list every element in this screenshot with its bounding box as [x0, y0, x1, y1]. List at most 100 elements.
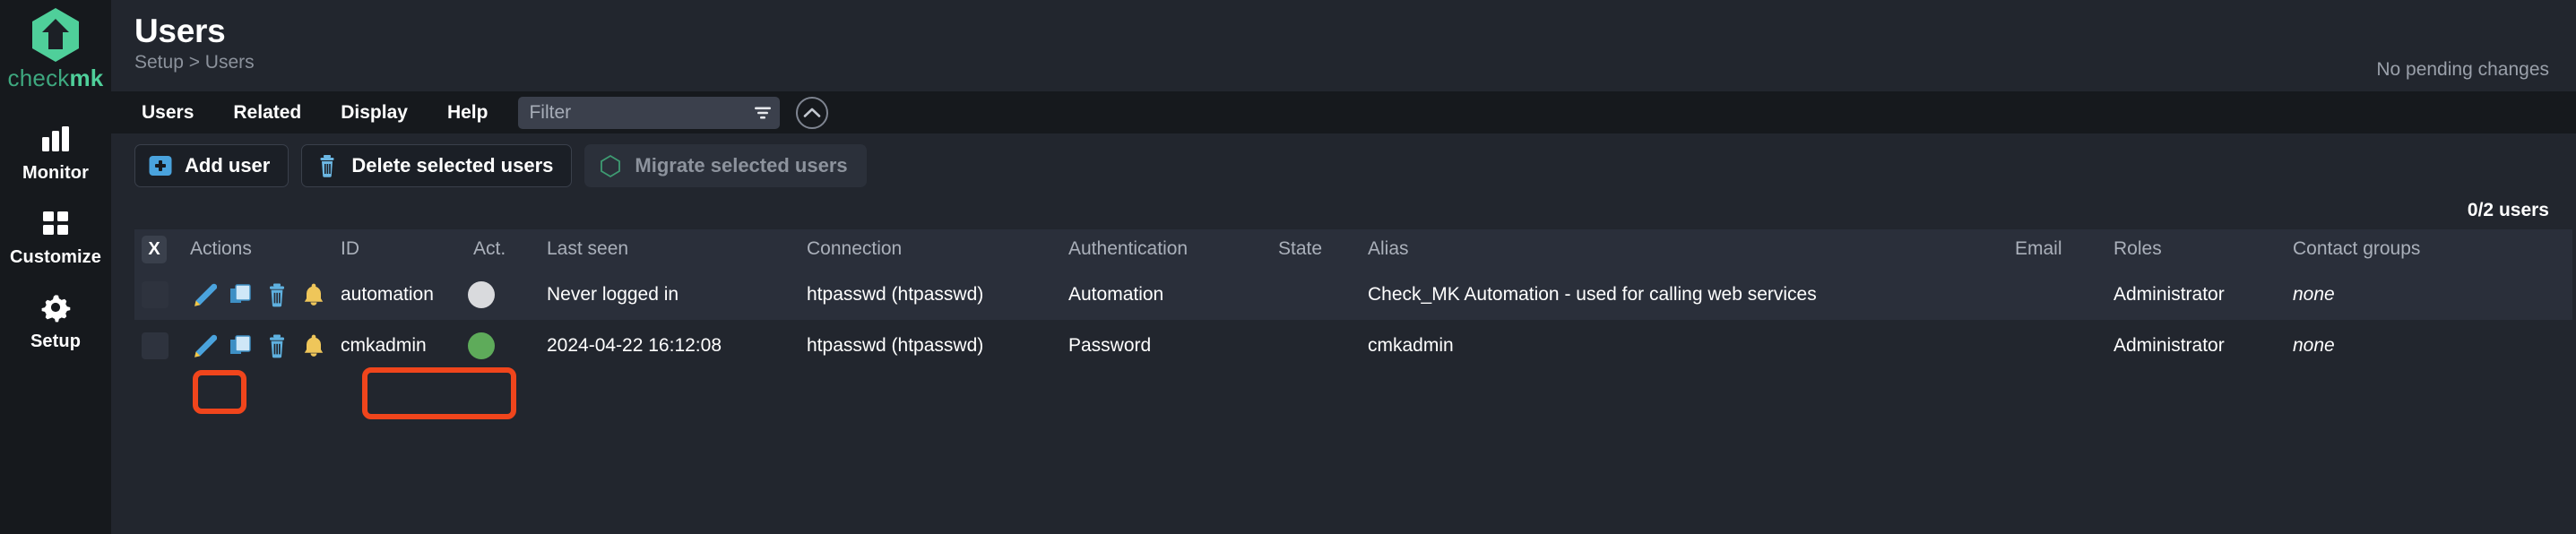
column-header-connection[interactable]: Connection	[798, 229, 1059, 269]
funnel-icon[interactable]	[755, 107, 772, 119]
row-act-cell	[464, 320, 538, 371]
row-roles-cell: Administrator	[2105, 269, 2284, 320]
row-roles-cell: Administrator	[2105, 320, 2284, 371]
users-table-body: automation Never logged in htpasswd (htp…	[134, 269, 2572, 371]
row-contact-groups-cell: none	[2284, 320, 2572, 371]
trash-icon[interactable]	[264, 332, 290, 359]
filter-box[interactable]	[518, 96, 781, 129]
row-select-cell	[134, 269, 181, 320]
pending-changes-status: No pending changes	[2376, 59, 2549, 80]
migrate-selected-users-button: Migrate selected users	[584, 144, 867, 187]
sidebar-item-label: Customize	[9, 247, 102, 267]
brand-name-part-a: check	[7, 65, 70, 91]
users-page: checkmk Monitor Customize Setup Users Se…	[0, 0, 2576, 534]
row-authentication-cell: Automation	[1059, 269, 1269, 320]
table-row: cmkadmin 2024-04-22 16:12:08 htpasswd (h…	[134, 320, 2572, 371]
sidebar-item-monitor[interactable]: Monitor	[0, 112, 111, 196]
row-id-cell[interactable]: cmkadmin	[332, 320, 464, 371]
row-email-cell	[2006, 269, 2105, 320]
column-header-authentication[interactable]: Authentication	[1059, 229, 1269, 269]
gear-icon	[41, 295, 71, 323]
clone-icon[interactable]	[227, 281, 254, 308]
users-table-wrapper: X Actions ID Act. Last seen Connection A…	[111, 229, 2576, 371]
bell-icon[interactable]	[300, 332, 327, 359]
row-alias-cell: Check_MK Automation - used for calling w…	[1359, 269, 2006, 320]
column-header-actions[interactable]: Actions	[181, 229, 332, 269]
column-header-act[interactable]: Act.	[464, 229, 538, 269]
brand-name: checkmk	[8, 65, 104, 92]
row-checkbox[interactable]	[142, 332, 169, 359]
row-authentication-cell: Password	[1059, 320, 1269, 371]
column-header-roles[interactable]: Roles	[2105, 229, 2284, 269]
users-table-head: X Actions ID Act. Last seen Connection A…	[134, 229, 2572, 269]
row-connection-cell: htpasswd (htpasswd)	[798, 320, 1059, 371]
menu-item-users[interactable]: Users	[122, 91, 213, 134]
sidebar-item-setup[interactable]: Setup	[0, 280, 111, 365]
column-header-alias[interactable]: Alias	[1359, 229, 2006, 269]
bell-icon[interactable]	[300, 281, 327, 308]
table-header-row: X Actions ID Act. Last seen Connection A…	[134, 229, 2572, 269]
select-all-header: X	[134, 229, 181, 269]
sidebar-item-label: Setup	[30, 332, 82, 351]
menu-item-display[interactable]: Display	[321, 91, 428, 134]
row-id-cell[interactable]: automation	[332, 269, 464, 320]
row-contact-groups-cell: none	[2284, 269, 2572, 320]
menu-bar: Users Related Display Help	[111, 91, 2576, 134]
column-header-last-seen[interactable]: Last seen	[538, 229, 798, 269]
sidebar-item-label: Monitor	[22, 163, 89, 183]
row-last-seen-cell: 2024-04-22 16:12:08	[538, 320, 798, 371]
users-table: X Actions ID Act. Last seen Connection A…	[134, 229, 2572, 371]
row-checkbox[interactable]	[142, 280, 169, 308]
row-actions-cell	[181, 269, 332, 320]
page-header: Users Setup > Users No pending changes	[111, 0, 2576, 91]
plus-square-icon	[149, 156, 172, 176]
activity-dot-inactive	[468, 280, 495, 308]
row-state-cell	[1269, 269, 1359, 320]
trash-icon	[320, 155, 334, 177]
counter-row: 0/2 users	[111, 198, 2576, 229]
collapse-toggle-button[interactable]	[796, 96, 829, 129]
migrate-selected-users-label: Migrate selected users	[635, 154, 848, 177]
title-block: Users Setup > Users	[134, 13, 255, 74]
page-title: Users	[134, 13, 226, 49]
sidebar: checkmk Monitor Customize Setup	[0, 0, 111, 534]
row-actions-cell	[181, 320, 332, 371]
row-alias-cell: cmkadmin	[1359, 320, 2006, 371]
bar-chart-icon	[42, 126, 69, 151]
delete-selected-users-button[interactable]: Delete selected users	[301, 144, 573, 187]
delete-selected-users-label: Delete selected users	[351, 154, 554, 177]
clone-icon[interactable]	[227, 332, 254, 359]
trash-icon[interactable]	[264, 281, 290, 308]
pencil-icon[interactable]	[190, 281, 217, 308]
breadcrumb: Setup > Users	[134, 52, 255, 73]
menu-item-related[interactable]: Related	[213, 91, 321, 134]
activity-dot-active	[468, 332, 495, 359]
table-row: automation Never logged in htpasswd (htp…	[134, 269, 2572, 320]
row-email-cell	[2006, 320, 2105, 371]
add-user-label: Add user	[185, 154, 271, 177]
sidebar-item-customize[interactable]: Customize	[0, 196, 111, 280]
select-all-button[interactable]: X	[142, 235, 167, 263]
filter-input[interactable]	[518, 96, 781, 129]
users-counter: 0/2 users	[2467, 200, 2549, 220]
pencil-icon[interactable]	[190, 332, 217, 359]
row-state-cell	[1269, 320, 1359, 371]
column-header-email[interactable]: Email	[2006, 229, 2105, 269]
column-header-contact-groups[interactable]: Contact groups	[2284, 229, 2572, 269]
chevron-up-icon	[804, 108, 821, 117]
grid-squares-icon	[43, 211, 68, 235]
checkmk-hexagon-logo-icon	[32, 8, 79, 62]
action-toolbar: Add user Delete selected users Migrate s…	[111, 134, 2576, 198]
column-header-state[interactable]: State	[1269, 229, 1359, 269]
brand-name-part-b: mk	[69, 65, 104, 91]
menu-item-help[interactable]: Help	[428, 91, 508, 134]
brand-logo[interactable]: checkmk	[8, 7, 104, 92]
row-connection-cell: htpasswd (htpasswd)	[798, 269, 1059, 320]
hexagon-outline-icon	[601, 154, 621, 178]
row-select-cell	[134, 320, 181, 371]
row-act-cell	[464, 269, 538, 320]
row-last-seen-cell: Never logged in	[538, 269, 798, 320]
column-header-id[interactable]: ID	[332, 229, 464, 269]
main-content: Users Setup > Users No pending changes U…	[111, 0, 2576, 534]
add-user-button[interactable]: Add user	[134, 144, 290, 187]
